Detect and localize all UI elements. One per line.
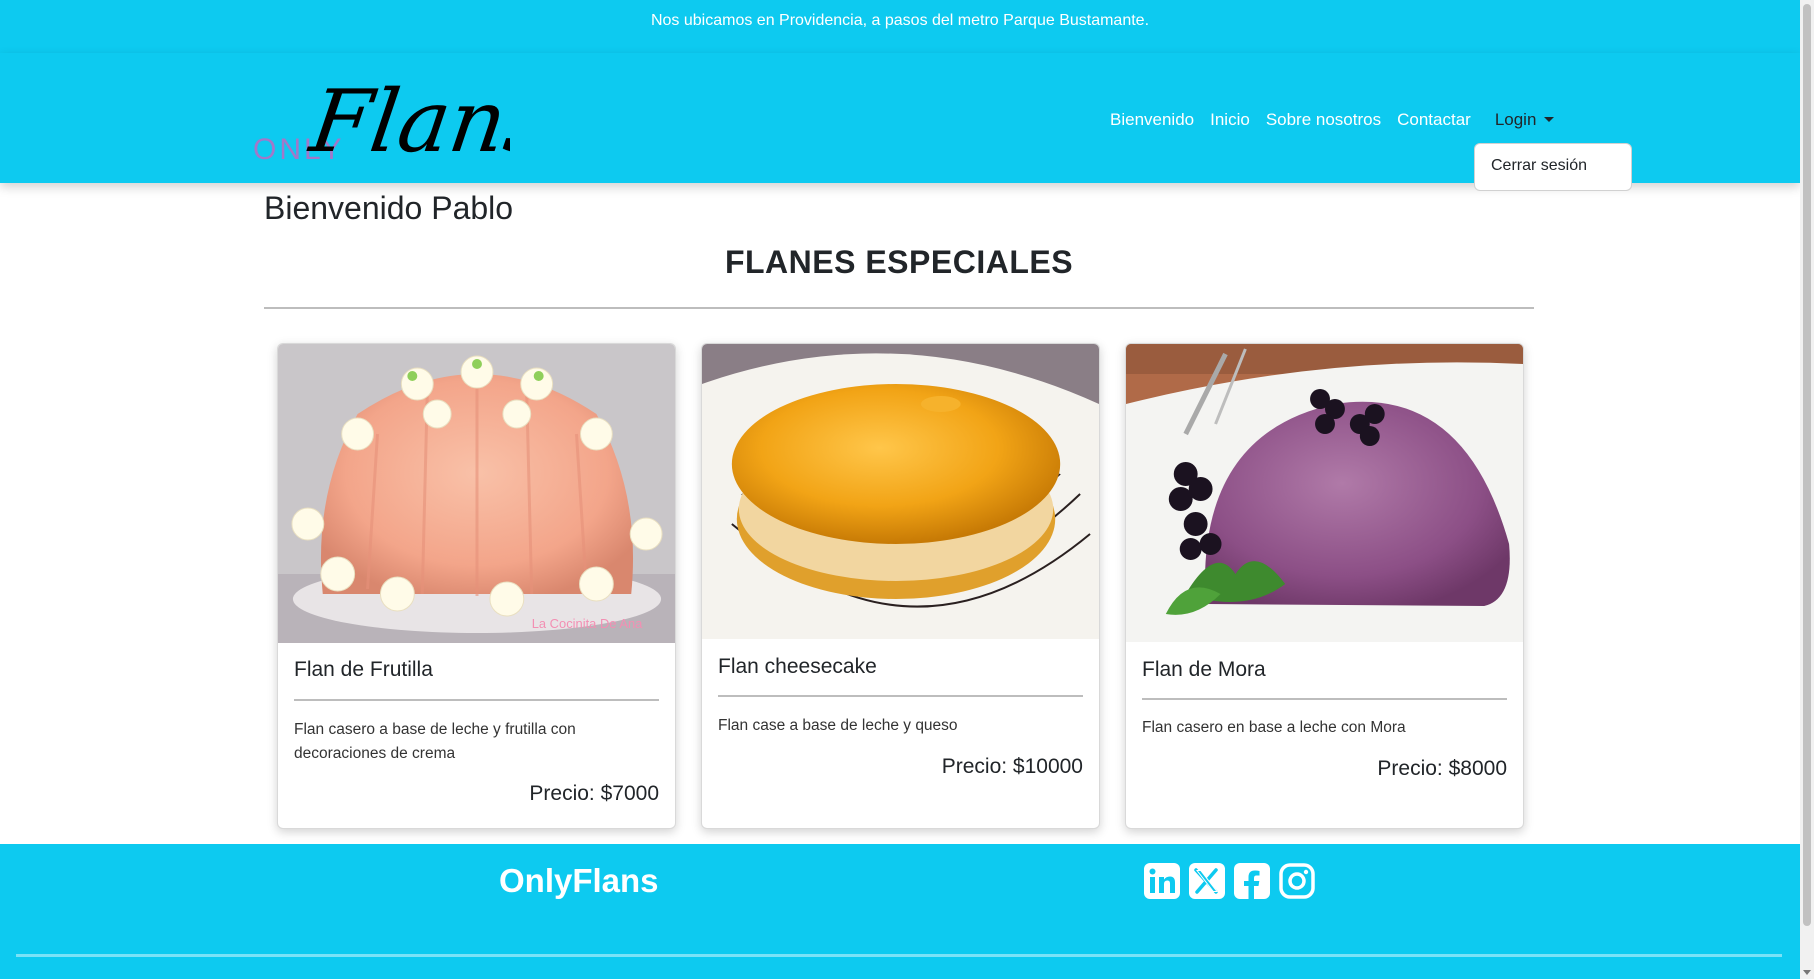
- footer: OnlyFlans: [0, 844, 1800, 979]
- card-description: Flan casero a base de leche y frutilla c…: [294, 721, 576, 762]
- nav-inicio[interactable]: Inicio: [1210, 110, 1250, 130]
- onlyflans-logo: ONLY Flans: [253, 72, 557, 172]
- page-scrollbar[interactable]: [1800, 0, 1814, 979]
- blackberry-flan-image: [1126, 344, 1523, 642]
- welcome-heading: Bienvenido Pablo: [264, 190, 514, 226]
- card-price: Precio: $7000: [529, 782, 659, 805]
- login-label: Login: [1494, 110, 1537, 129]
- card-description: Flan casero en base a leche con Mora: [1142, 719, 1406, 736]
- footer-brand: OnlyFlans: [499, 862, 659, 899]
- scrollbar-thumb[interactable]: [1803, 4, 1811, 926]
- page: Nos ubicamos en Providencia, a pasos del…: [0, 0, 1800, 979]
- section-title: FLANES ESPECIALES: [724, 244, 1074, 280]
- top-info-bar: Nos ubicamos en Providencia, a pasos del…: [0, 0, 1800, 53]
- brand-logo[interactable]: ONLY Flans: [250, 63, 557, 173]
- logout-menu-item[interactable]: Cerrar sesión: [1491, 157, 1587, 175]
- card-divider: [294, 699, 659, 701]
- login-dropdown-toggle[interactable]: Login: [1495, 110, 1555, 130]
- scroll-down-arrow-icon[interactable]: [1803, 970, 1811, 975]
- card-title: Flan de Frutilla: [294, 658, 433, 681]
- top-info-text: Nos ubicamos en Providencia, a pasos del…: [650, 12, 1150, 29]
- card-divider: [1142, 698, 1507, 700]
- card-price: Precio: $8000: [1377, 757, 1507, 780]
- nav-contactar[interactable]: Contactar: [1397, 110, 1471, 130]
- x-icon[interactable]: [1188, 862, 1226, 900]
- instagram-icon[interactable]: [1278, 862, 1316, 900]
- footer-divider: [16, 954, 1782, 957]
- section-divider: [264, 307, 1534, 309]
- nav-sobre-nosotros[interactable]: Sobre nosotros: [1266, 110, 1381, 130]
- card-title: Flan cheesecake: [718, 655, 877, 678]
- login-dropdown-menu: Cerrar sesión: [1474, 143, 1632, 191]
- card-description: Flan case a base de leche y queso: [718, 717, 958, 734]
- cheesecake-flan-image: [702, 344, 1099, 639]
- card-divider: [718, 695, 1083, 697]
- nav-bienvenido[interactable]: Bienvenido: [1110, 110, 1194, 130]
- linkedin-icon[interactable]: [1143, 862, 1181, 900]
- product-card-mora[interactable]: Flan de Mora Flan casero en base a leche…: [1125, 343, 1524, 829]
- caret-down-icon: [1544, 116, 1555, 122]
- svg-text:Flans: Flans: [303, 72, 510, 172]
- strawberry-flan-image: La Cocinita De Ana: [278, 344, 675, 643]
- facebook-icon[interactable]: [1233, 862, 1271, 900]
- card-price: Precio: $10000: [941, 755, 1083, 778]
- image-watermark: La Cocinita De Ana: [532, 616, 643, 631]
- card-title: Flan de Mora: [1142, 658, 1266, 681]
- product-card-frutilla[interactable]: La Cocinita De Ana Flan de Frutilla Flan…: [277, 343, 676, 829]
- product-card-cheesecake[interactable]: Flan cheesecake Flan case a base de lech…: [701, 343, 1100, 829]
